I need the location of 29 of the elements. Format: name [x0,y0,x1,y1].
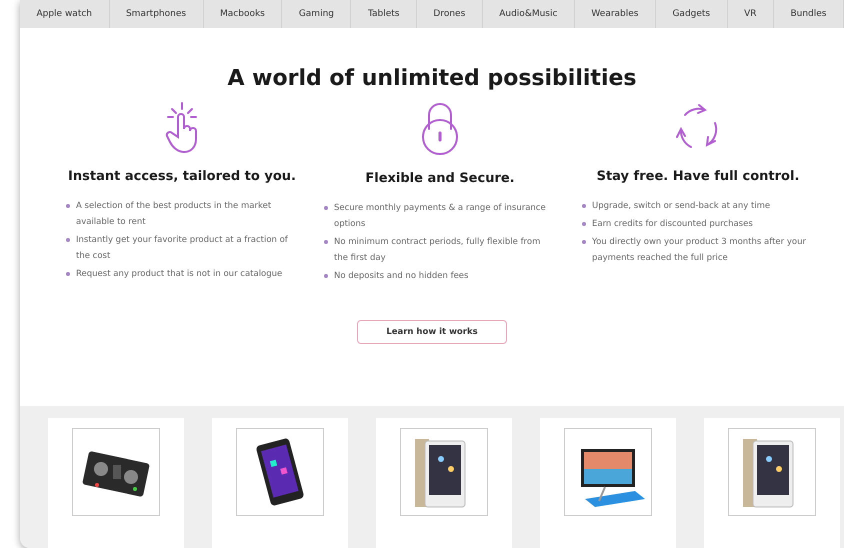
feature-point: No deposits and no hidden fees [334,270,468,283]
bullet-icon [582,240,586,244]
feature-heading: Flexible and Secure. [365,171,515,186]
bullet-icon [66,204,70,208]
bullet-icon [66,272,70,276]
feature-heading: Instant access, tailored to you. [68,169,296,184]
product-card[interactable] [212,418,348,548]
feature-point: No minimum contract periods, fully flexible from the first day [334,236,542,265]
feature-point: Earn credits for discounted purchases [592,218,753,231]
feature-point: Secure monthly payments & a range of insurance options [334,202,547,231]
padlock-icon [420,101,460,157]
product-card[interactable] [376,418,512,548]
product-card[interactable] [704,418,840,548]
feature-point: Request any product that is not in our catalogue [76,268,282,281]
feature-heading: Stay free. Have full control. [596,169,800,184]
bullet-icon [324,274,328,278]
product-card[interactable] [48,418,184,548]
feature-point: You directly own your product 3 months after your payments reached the full price [592,236,807,265]
bullet-icon [582,204,586,208]
hero-title: A world of unlimited possibilities [226,66,638,91]
bullet-icon [66,238,70,242]
bullet-icon [324,206,328,210]
learn-more-button[interactable]: Learn how it works [357,320,507,344]
product-card[interactable] [540,418,676,548]
bullet-icon [582,222,586,226]
feature-point: Upgrade, switch or send-back at any time [592,200,770,213]
bullet-icon [324,240,328,244]
feature-point: Instantly get your favorite product at a fraction of the cost [76,234,289,263]
feature-point: A selection of the best products in the market available to rent [76,200,272,229]
